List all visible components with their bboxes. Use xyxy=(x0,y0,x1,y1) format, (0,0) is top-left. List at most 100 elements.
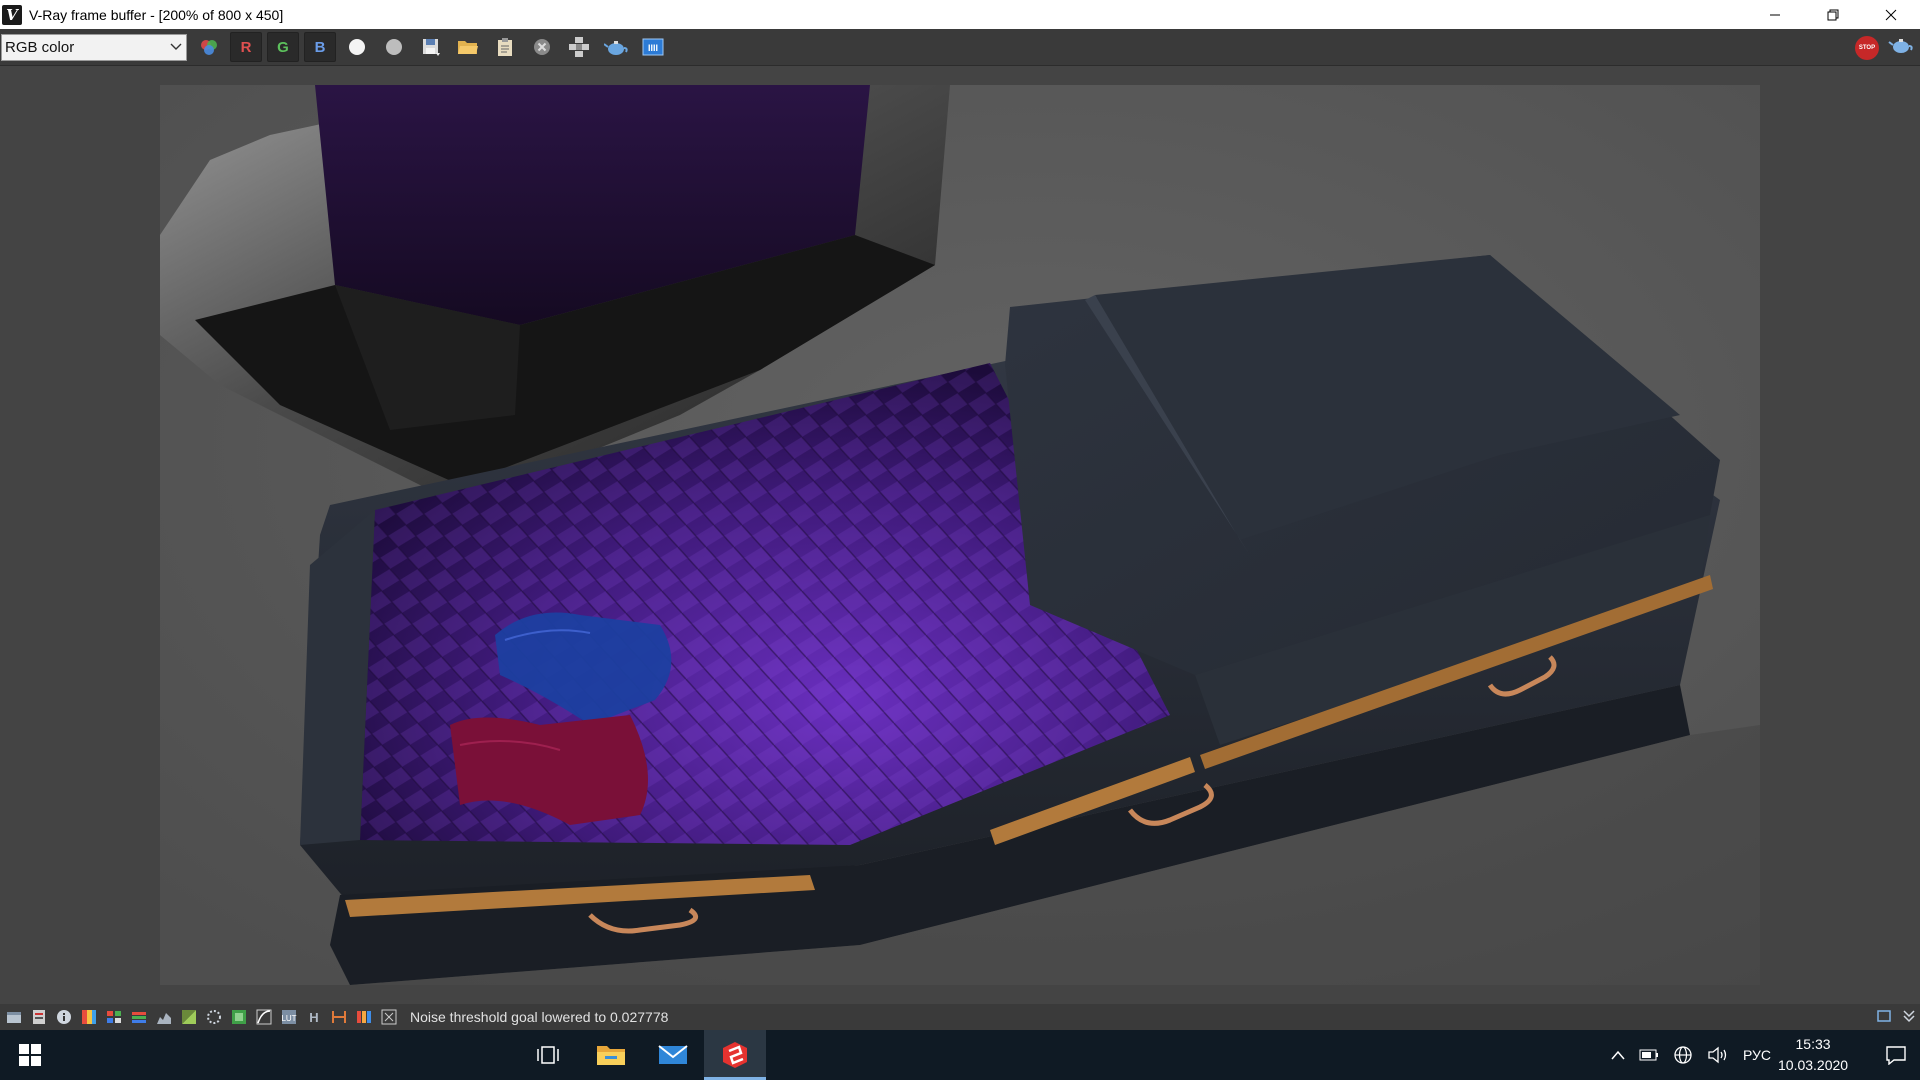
svg-text:LUT: LUT xyxy=(281,1014,296,1023)
title-bar: V V-Ray frame buffer - [200% of 800 x 45… xyxy=(0,0,1920,29)
clipboard-icon xyxy=(498,38,512,56)
volume-button[interactable] xyxy=(1700,1046,1736,1064)
rgb-channels-button[interactable] xyxy=(193,32,225,62)
white-mono-button[interactable] xyxy=(341,32,373,62)
red-channel-button[interactable]: R xyxy=(230,32,262,62)
expand-icon xyxy=(1903,1010,1915,1023)
lut-button[interactable] xyxy=(104,1008,123,1026)
color-balance-button[interactable] xyxy=(254,1008,273,1026)
teapot-icon xyxy=(1888,39,1913,53)
close-icon xyxy=(1885,9,1897,20)
rgb-channels-icon xyxy=(201,40,217,55)
stereo-button[interactable] xyxy=(354,1008,373,1026)
language-indicator[interactable]: РУС xyxy=(1736,1047,1778,1063)
sketchup-icon xyxy=(723,1042,747,1068)
copy-clipboard-button[interactable] xyxy=(489,32,521,62)
file-explorer-button[interactable] xyxy=(580,1030,642,1080)
render-viewport[interactable] xyxy=(0,66,1920,1004)
window-controls xyxy=(1746,0,1920,29)
notification-icon xyxy=(1886,1046,1906,1065)
statusbar-right xyxy=(1876,1008,1916,1029)
speaker-icon xyxy=(1708,1046,1727,1064)
system-tray: РУС 15:33 10.03.2020 xyxy=(1604,1030,1920,1080)
open-button[interactable] xyxy=(452,32,484,62)
sketchup-button[interactable] xyxy=(704,1030,766,1080)
green-channel-button[interactable]: G xyxy=(267,32,299,62)
gray-circle-icon xyxy=(386,39,402,55)
compare-button[interactable] xyxy=(329,1008,348,1026)
white-circle-icon xyxy=(349,39,365,55)
bloom-button[interactable]: H xyxy=(304,1008,323,1026)
hsv-icon xyxy=(231,1010,246,1024)
alpha-button[interactable] xyxy=(378,32,410,62)
save-icon xyxy=(423,39,440,56)
task-view-button[interactable] xyxy=(518,1030,580,1080)
minimize-icon xyxy=(1770,14,1780,15)
chevron-up-icon xyxy=(1611,1050,1625,1060)
background-button[interactable]: LUT xyxy=(279,1008,298,1026)
clock-time: 15:33 xyxy=(1795,1036,1831,1052)
region-render-button[interactable] xyxy=(563,32,595,62)
exposure-button[interactable] xyxy=(179,1008,198,1026)
fullscreen-button[interactable] xyxy=(1876,1008,1892,1029)
fullscreen-icon xyxy=(1877,1010,1891,1022)
lens-effects-button[interactable]: IIII xyxy=(637,32,669,62)
show-hidden-icons-button[interactable] xyxy=(1604,1050,1632,1060)
close-button[interactable] xyxy=(1862,0,1920,29)
histogram-icon xyxy=(131,1012,146,1023)
history-button[interactable] xyxy=(4,1008,23,1026)
h-icon: H xyxy=(309,1010,318,1025)
toolbar: RGB color R G B IIII STOP xyxy=(0,29,1920,66)
restore-icon xyxy=(1827,9,1839,20)
white-balance-icon xyxy=(206,1010,221,1024)
globe-icon xyxy=(1674,1046,1692,1064)
file-explorer-icon xyxy=(597,1046,625,1065)
clock[interactable]: 15:33 10.03.2020 xyxy=(1778,1034,1866,1076)
toolbar-right: STOP xyxy=(1855,29,1920,66)
expand-button[interactable] xyxy=(1902,1008,1916,1029)
task-view-icon xyxy=(537,1046,559,1064)
network-button[interactable] xyxy=(1666,1045,1700,1065)
restore-button[interactable] xyxy=(1804,0,1862,29)
stop-button[interactable]: STOP xyxy=(1855,35,1879,60)
windows-taskbar: РУС 15:33 10.03.2020 xyxy=(0,1030,1920,1080)
histogram-button[interactable] xyxy=(129,1008,148,1026)
clock-date: 10.03.2020 xyxy=(1778,1057,1849,1073)
curves-button[interactable] xyxy=(154,1008,173,1026)
curves-icon xyxy=(156,1013,171,1024)
hsv-button[interactable] xyxy=(229,1008,248,1026)
battery-icon xyxy=(1639,1049,1658,1061)
color-correction-icon xyxy=(81,1010,96,1024)
start-icon xyxy=(19,1044,41,1066)
mail-icon xyxy=(658,1045,688,1064)
channel-dropdown[interactable]: RGB color xyxy=(1,33,187,61)
info-button[interactable] xyxy=(54,1008,73,1026)
channel-dropdown-value: RGB color xyxy=(5,38,75,56)
teapot-render-icon xyxy=(604,41,628,55)
mail-button[interactable] xyxy=(642,1030,704,1080)
levels-button[interactable] xyxy=(29,1008,48,1026)
color-correction-button[interactable] xyxy=(79,1008,98,1026)
compare-icon xyxy=(331,1011,346,1023)
render-button[interactable] xyxy=(600,32,632,62)
lens-effects-icon: IIII xyxy=(642,38,664,56)
render-last-button[interactable] xyxy=(1888,34,1914,61)
white-balance-button[interactable] xyxy=(204,1008,223,1026)
battery-button[interactable] xyxy=(1632,1049,1666,1061)
coffin-render xyxy=(160,85,1760,985)
action-center-button[interactable] xyxy=(1872,1030,1920,1080)
clear-button[interactable] xyxy=(526,32,558,62)
info-icon xyxy=(56,1010,71,1024)
blue-channel-button[interactable]: B xyxy=(304,32,336,62)
color-balance-icon xyxy=(256,1009,271,1025)
exposure-icon xyxy=(181,1010,196,1024)
save-button[interactable] xyxy=(415,32,447,62)
status-message: Noise threshold goal lowered to 0.027778 xyxy=(410,1009,669,1025)
start-button[interactable] xyxy=(0,1030,60,1080)
checker-button[interactable] xyxy=(379,1008,398,1026)
status-bar: LUT H Noise threshold goal lowered to 0.… xyxy=(0,1004,1920,1030)
minimize-button[interactable] xyxy=(1746,0,1804,29)
vray-icon: V xyxy=(2,4,22,25)
region-render-icon xyxy=(569,37,589,57)
rendered-image xyxy=(160,85,1760,985)
